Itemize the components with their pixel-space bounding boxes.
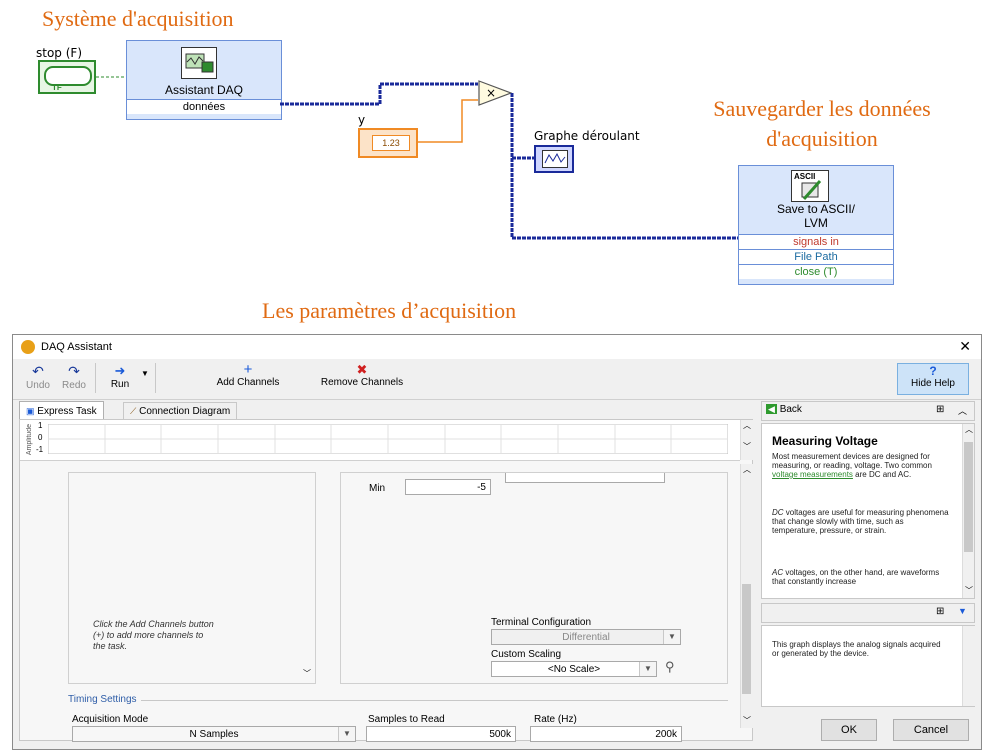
- help-scrollbar[interactable]: ︿ ﹀: [962, 424, 974, 598]
- samples-to-read-input[interactable]: 500k: [366, 726, 516, 742]
- min-label: Min: [369, 483, 386, 494]
- graph-tick-neg1: -1: [36, 445, 44, 454]
- help-paragraph-2: DC voltages are useful for measuring phe…: [772, 508, 949, 535]
- samples-to-read-label: Samples to Read: [368, 714, 445, 725]
- chevron-down-icon: ▼: [639, 662, 656, 676]
- panel-scrollbar[interactable]: ︿ ﹀: [740, 464, 753, 728]
- data-wire-to-chart: [510, 93, 534, 160]
- daq-assistant-dialog: DAQ Assistant ✕ ↶ Undo ↷ Redo ➜ Run ▼ + …: [12, 334, 982, 750]
- run-dropdown-icon[interactable]: ▼: [141, 369, 149, 378]
- chevron-down-icon: ▼: [338, 727, 355, 741]
- add-channels-hint: Click the Add Channels button (+) to add…: [93, 619, 214, 651]
- data-wire-to-save: [510, 158, 738, 240]
- remove-x-icon: ✖: [356, 362, 368, 377]
- remove-channels-button[interactable]: ✖ Remove Channels: [307, 362, 417, 389]
- graph-tick-0: 0: [38, 433, 43, 442]
- graph-tick-1: 1: [38, 421, 43, 430]
- daq-app-icon: [21, 340, 35, 354]
- help-title: Measuring Voltage: [772, 434, 878, 448]
- express-task-icon: ▣: [26, 406, 35, 416]
- signal-graph: Amplitude 1 0 -1: [20, 420, 740, 461]
- run-button[interactable]: ➜ Run: [103, 363, 137, 390]
- block-diagram-wires: [96, 76, 738, 240]
- undo-icon: ↶: [32, 363, 44, 379]
- help-scrollbar-thumb[interactable]: [964, 442, 973, 552]
- acq-mode-select[interactable]: N Samples ▼: [72, 726, 356, 742]
- graph-scrollbar[interactable]: ︿ ﹀: [740, 420, 753, 460]
- channel-list-scroll-icon[interactable]: ﹀: [303, 668, 311, 679]
- graph-plot-area: [48, 424, 728, 454]
- back-arrow-icon: ◀: [766, 404, 777, 414]
- plus-icon: +: [243, 361, 253, 378]
- acq-mode-label: Acquisition Mode: [72, 714, 149, 725]
- back-button[interactable]: ◀ Back: [766, 404, 802, 415]
- ok-button[interactable]: OK: [821, 719, 877, 741]
- undo-button[interactable]: ↶ Undo: [23, 363, 53, 391]
- help-header: ◀ Back ⊞ ︿: [761, 401, 975, 421]
- help-paragraph-3: AC voltages, on the other hand, are wave…: [772, 568, 940, 586]
- dialog-title: DAQ Assistant: [41, 341, 112, 353]
- channel-settings: Min -5 Terminal Configuration Differenti…: [340, 472, 728, 684]
- data-wire-to-multiply: [280, 82, 478, 106]
- wrench-icon[interactable]: ⚲: [665, 659, 675, 675]
- terminal-config-select[interactable]: Differential ▼: [491, 629, 681, 645]
- graph-help-text: This graph displays the analog signals a…: [772, 640, 941, 658]
- rate-input[interactable]: 200k: [530, 726, 682, 742]
- custom-scaling-select[interactable]: <No Scale> ▼: [491, 661, 657, 677]
- help-expand-icon[interactable]: ▼: [958, 606, 967, 616]
- add-channels-button[interactable]: + Add Channels: [203, 361, 293, 388]
- units-field[interactable]: [505, 473, 665, 483]
- heading-acquisition-params: Les paramètres d’acquisition: [262, 298, 517, 323]
- toolbar: ↶ Undo ↷ Redo ➜ Run ▼ + Add Channels ✖ R…: [13, 359, 981, 400]
- graph-help-header: ⊞ ▼: [761, 603, 975, 623]
- help-window-icon-2[interactable]: ⊞: [936, 606, 944, 617]
- connection-diagram-icon: ⟋: [130, 406, 137, 416]
- dialog-title-bar: DAQ Assistant ✕: [13, 335, 981, 359]
- panel-scrollbar-thumb[interactable]: [742, 584, 751, 694]
- channel-list[interactable]: Click the Add Channels button (+) to add…: [68, 472, 316, 684]
- express-task-panel: Amplitude 1 0 -1 ︿ ﹀ Click the Add Channe…: [19, 419, 753, 742]
- run-arrow-icon: ➜: [114, 363, 126, 378]
- rate-label: Rate (Hz): [534, 714, 577, 725]
- graph-help-content: This graph displays the analog signals a…: [761, 625, 975, 707]
- help-content: Measuring Voltage Most measurement devic…: [761, 423, 975, 599]
- redo-icon: ↷: [68, 363, 80, 379]
- help-window-icon[interactable]: ⊞: [936, 404, 944, 415]
- custom-scaling-label: Custom Scaling: [491, 649, 562, 660]
- help-collapse-icon[interactable]: ︿: [958, 404, 967, 417]
- timing-settings-label: Timing Settings: [68, 694, 141, 705]
- hide-help-button[interactable]: ? Hide Help: [897, 363, 969, 395]
- min-input[interactable]: -5: [405, 479, 491, 495]
- terminal-config-label: Terminal Configuration: [491, 617, 592, 628]
- help-paragraph-1: Most measurement devices are designed fo…: [772, 452, 932, 479]
- redo-button[interactable]: ↷ Redo: [59, 363, 89, 391]
- graph-help-scrollbar[interactable]: [962, 626, 975, 706]
- close-icon[interactable]: ✕: [959, 338, 971, 355]
- tab-express-task[interactable]: ▣ Express Task: [19, 401, 104, 420]
- y-wire: [418, 99, 478, 143]
- graph-ylabel: Amplitude: [26, 424, 33, 456]
- help-icon: ?: [929, 364, 937, 378]
- voltage-measurements-link[interactable]: voltage measurements: [772, 470, 853, 479]
- chevron-down-icon: ▼: [663, 630, 680, 644]
- cancel-button[interactable]: Cancel: [893, 719, 969, 741]
